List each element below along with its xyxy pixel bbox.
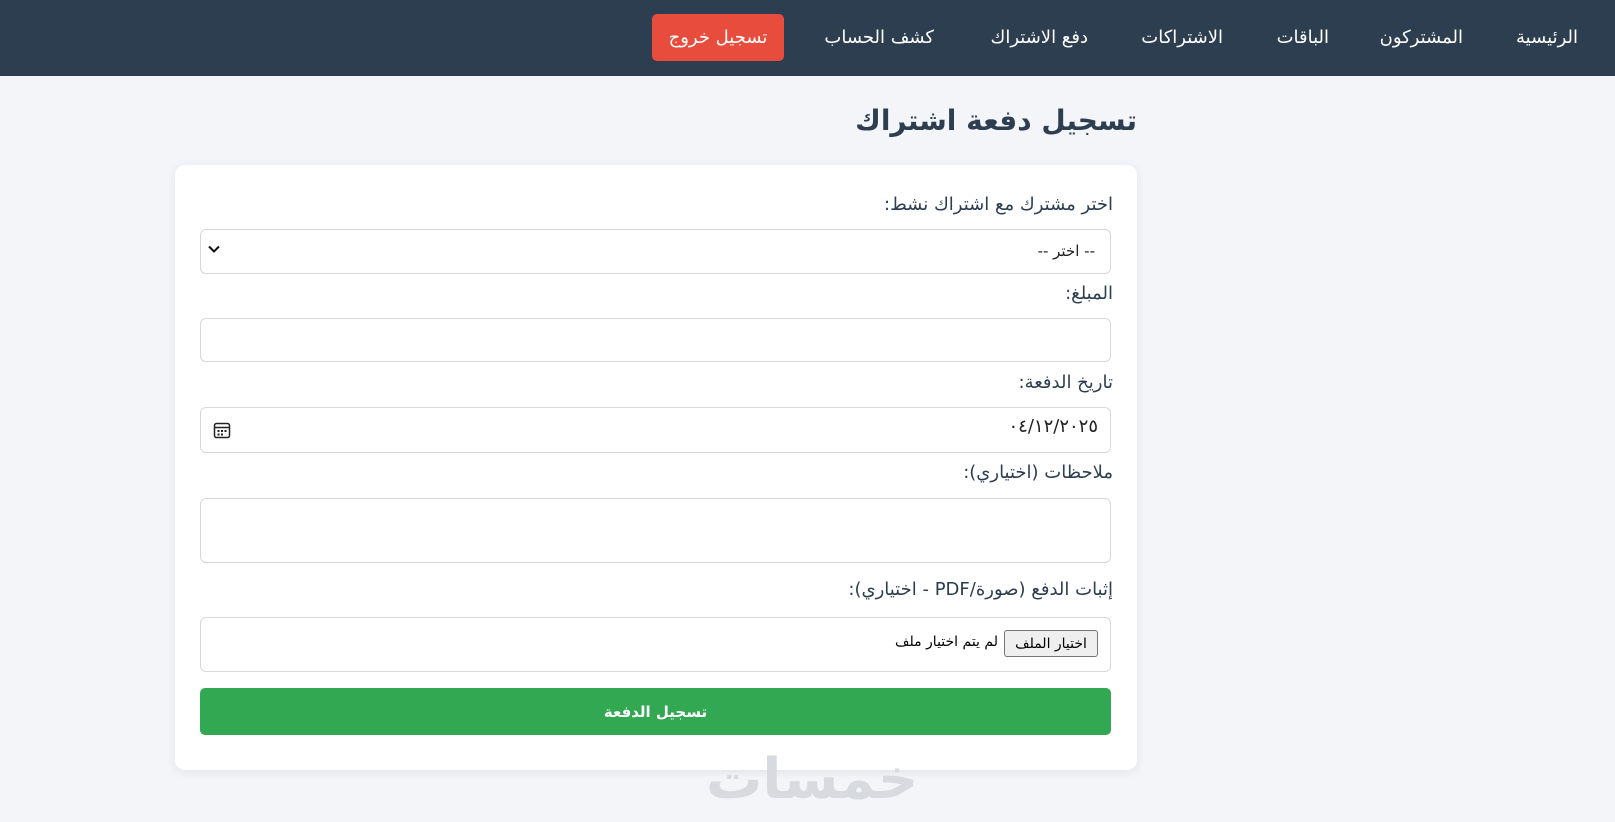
logout-button[interactable]: تسجيل خروج — [652, 14, 784, 61]
amount-label: المبلغ: — [1065, 283, 1113, 304]
nav-subscribers[interactable]: المشتركون — [1380, 27, 1463, 48]
proof-label: إثبات الدفع (صورة/PDF - اختياري): — [848, 579, 1113, 600]
amount-input[interactable] — [200, 318, 1111, 362]
notes-label: ملاحظات (اختياري): — [963, 462, 1113, 483]
file-status-text: لم يتم اختيار ملف — [894, 634, 998, 650]
submit-payment-button[interactable]: تسجيل الدفعة — [200, 688, 1111, 735]
subscriber-select[interactable]: -- اختر -- — [200, 229, 1111, 274]
notes-textarea[interactable] — [200, 498, 1111, 563]
watermark-logo: خمسات — [706, 747, 919, 812]
nav-subscriptions[interactable]: الاشتراكات — [1141, 27, 1223, 48]
nav-account-statement[interactable]: كشف الحساب — [824, 27, 934, 48]
subscriber-select-value: -- اختر -- — [1037, 242, 1095, 260]
nav-pay-subscription[interactable]: دفع الاشتراك — [991, 27, 1088, 48]
choose-file-button[interactable]: اختيار الملف — [1004, 630, 1098, 657]
payment-date-value: ٠٤/١٢/٢٠٢٥ — [1008, 416, 1098, 437]
calendar-icon[interactable] — [213, 421, 231, 439]
top-navbar: الرئيسية المشتركون الباقات الاشتراكات دف… — [0, 0, 1615, 76]
date-label: تاريخ الدفعة: — [1018, 372, 1113, 393]
payment-form-card: اختر مشترك مع اشتراك نشط: -- اختر -- الم… — [175, 165, 1137, 770]
subscriber-label: اختر مشترك مع اشتراك نشط: — [884, 194, 1113, 215]
nav-packages[interactable]: الباقات — [1277, 27, 1329, 48]
chevron-down-icon — [208, 245, 220, 253]
proof-file-input[interactable]: اختيار الملف لم يتم اختيار ملف — [200, 617, 1111, 672]
nav-home[interactable]: الرئيسية — [1516, 27, 1578, 48]
page-title: تسجيل دفعة اشتراك — [855, 104, 1137, 137]
payment-date-input[interactable]: ٠٤/١٢/٢٠٢٥ — [200, 407, 1111, 453]
